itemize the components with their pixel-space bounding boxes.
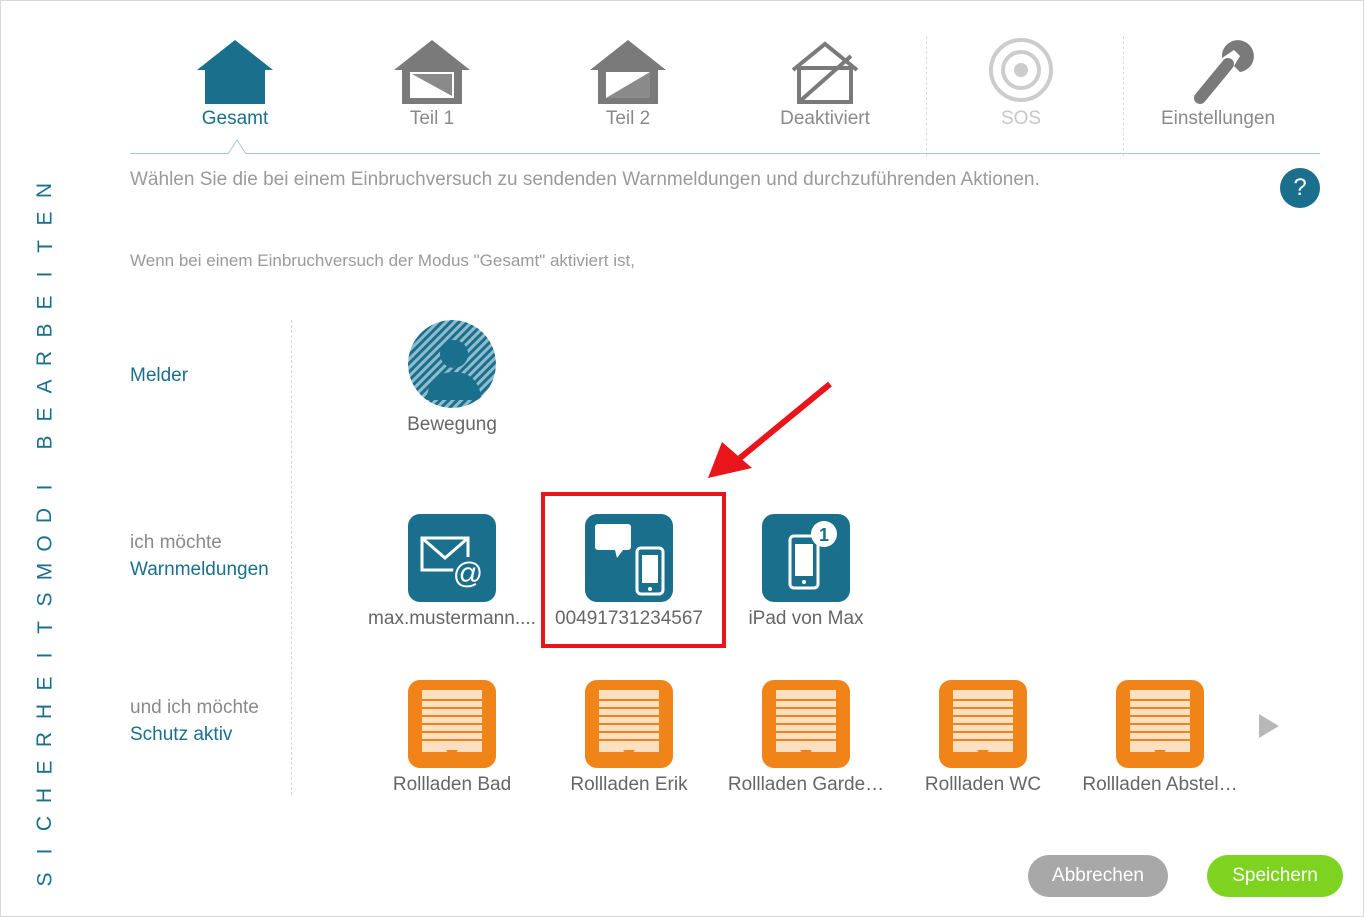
intro-text: Wählen Sie die bei einem Einbruchversuch… <box>130 169 1040 190</box>
tab-underline <box>130 153 1320 154</box>
annotation-arrow-icon <box>708 381 832 478</box>
tab-label: Einstellungen <box>1160 108 1276 129</box>
active-tab-caret <box>228 139 246 154</box>
title-letter: E <box>33 676 57 691</box>
schutz-item[interactable]: Rollladen WC <box>893 680 1073 805</box>
motion-sensor-icon <box>408 320 496 408</box>
row-label-melder: Melder <box>130 362 188 389</box>
schutz-item[interactable]: Rollladen Erik <box>539 680 719 805</box>
title-letter: R <box>33 350 57 367</box>
email-icon: @ <box>408 514 496 602</box>
tab-label: Teil 2 <box>605 108 651 129</box>
warn-label: Warnmeldungen <box>130 559 269 580</box>
tab-einstellungen[interactable]: Einstellungen <box>1123 28 1313 138</box>
row-label-warnmeldungen: ich möchte Warnmeldungen <box>130 529 269 583</box>
title-letter: I <box>33 484 57 491</box>
tab-deaktiviert[interactable]: Deaktiviert <box>730 28 920 138</box>
schutz-item-name: Rollladen Abstel… <box>1082 774 1238 795</box>
row-label-schutz: und ich möchte Schutz aktiv <box>130 694 259 748</box>
title-letter: H <box>33 787 57 804</box>
title-letter: E <box>33 211 57 226</box>
notification-badge: 1 <box>819 525 829 545</box>
vertical-title: N E T I E B R A E B I D O M S T I E H R … <box>30 180 60 890</box>
schutz-item[interactable]: Rollladen Bad <box>362 680 542 805</box>
wrench-icon <box>1194 40 1254 104</box>
push-phone-icon: 1 <box>762 514 850 602</box>
title-letter: A <box>33 379 57 394</box>
title-letter: H <box>33 703 57 720</box>
melder-label: Melder <box>130 365 189 386</box>
title-letter: B <box>33 323 57 338</box>
schutz-item-name: Rollladen Bad <box>392 774 512 795</box>
title-letter: N <box>33 182 57 199</box>
help-button[interactable]: ? <box>1280 168 1320 208</box>
title-letter: I <box>33 652 57 659</box>
shutter-icon <box>939 680 1027 768</box>
tab-label: Teil 1 <box>409 108 455 129</box>
warn-item-push[interactable]: 1 iPad von Max <box>716 514 896 639</box>
title-letter: O <box>33 535 57 552</box>
shutter-icon <box>585 680 673 768</box>
schutz-item-name: Rollladen Erik <box>570 774 688 795</box>
tab-gesamt[interactable]: Gesamt <box>140 28 330 138</box>
mode-tabs: Gesamt Teil 1 Teil 2 Deaktiviert SOS Ein… <box>140 28 1320 156</box>
title-letter: I <box>33 271 57 278</box>
cancel-button[interactable]: Abbrechen <box>1028 855 1168 897</box>
schutz-item-name: Rollladen WC <box>924 774 1042 795</box>
title-letter: M <box>33 562 57 581</box>
house-outline-icon <box>791 41 859 104</box>
title-letter: I <box>33 848 57 855</box>
shutter-icon <box>1116 680 1204 768</box>
warn-item-name: max.mustermann.... <box>368 608 536 629</box>
shutter-icon <box>408 680 496 768</box>
warn-item-email[interactable]: @ max.mustermann.... <box>362 514 542 639</box>
warn-item-name: iPad von Max <box>748 608 864 629</box>
title-letter: R <box>33 731 57 748</box>
tab-teil-2[interactable]: Teil 2 <box>533 28 723 138</box>
shutter-icon <box>762 680 850 768</box>
tab-label: Deaktiviert <box>780 108 870 129</box>
title-letter: T <box>33 621 57 634</box>
house-partial-icon <box>394 40 470 104</box>
title-letter: B <box>33 435 57 450</box>
schutz-item[interactable]: Rollladen Garde… <box>716 680 896 805</box>
column-divider <box>291 320 292 795</box>
tab-sos[interactable]: SOS <box>926 28 1116 138</box>
schutz-item-name: Rollladen Garde… <box>727 774 885 795</box>
melder-item-name: Bewegung <box>407 414 497 435</box>
condition-text: Wenn bei einem Einbruchversuch der Modus… <box>130 251 635 270</box>
schutz-label: Schutz aktiv <box>130 724 233 745</box>
schutz-item[interactable]: Rollladen Abstel… <box>1070 680 1250 805</box>
tab-teil-1[interactable]: Teil 1 <box>337 28 527 138</box>
title-letter: E <box>33 760 57 775</box>
tab-label: SOS <box>1000 108 1042 129</box>
tab-label: Gesamt <box>201 108 269 129</box>
house-filled-icon <box>197 40 273 104</box>
title-letter: T <box>33 240 57 253</box>
target-icon <box>989 38 1053 102</box>
title-letter: D <box>33 507 57 524</box>
title-letter: E <box>33 407 57 422</box>
next-page-icon[interactable] <box>1257 712 1281 740</box>
house-partial-icon <box>590 40 666 104</box>
svg-text:@: @ <box>453 557 483 590</box>
warn-label-prefix: ich möchte <box>130 532 222 553</box>
save-button[interactable]: Speichern <box>1207 855 1343 897</box>
melder-item[interactable]: Bewegung <box>362 320 542 445</box>
schutz-label-prefix: und ich möchte <box>130 697 259 718</box>
title-letter: S <box>33 872 57 887</box>
title-letter: E <box>33 295 57 310</box>
highlight-box <box>541 492 726 648</box>
title-letter: S <box>33 592 57 607</box>
title-letter: C <box>33 815 57 832</box>
